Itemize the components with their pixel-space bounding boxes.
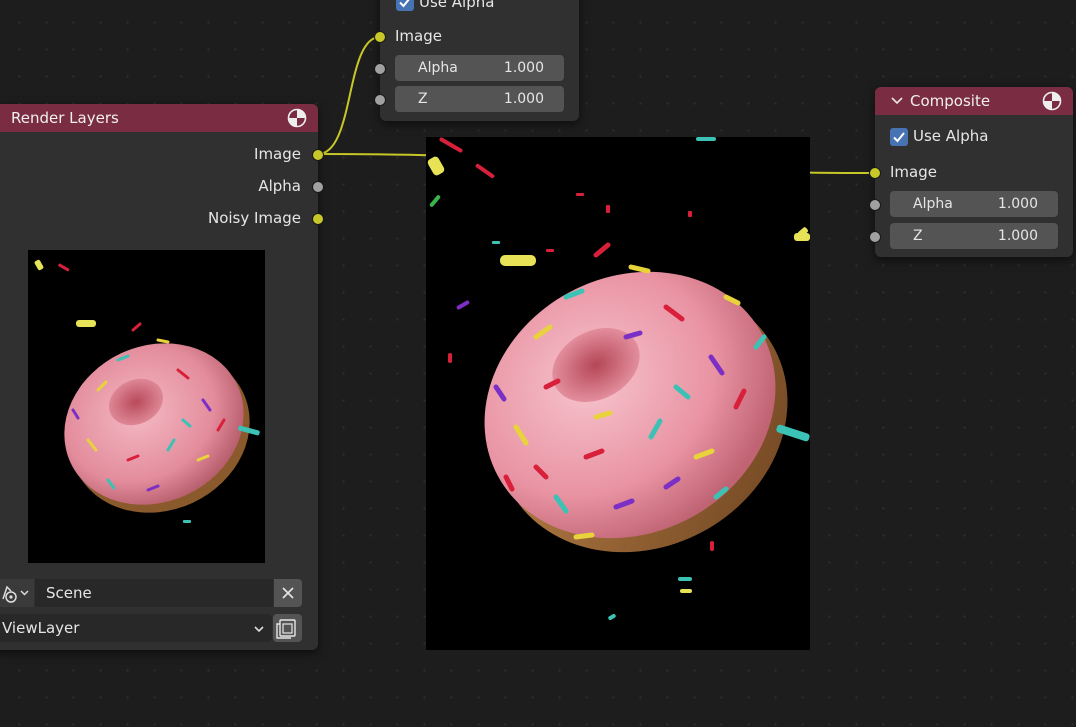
render-layers-node[interactable]: Render Layers Image Alpha Noisy Image Sc… xyxy=(0,104,318,650)
z-field-label: Z xyxy=(418,91,428,107)
chevron-down-icon[interactable] xyxy=(890,94,904,108)
output-image-label: Image xyxy=(254,145,301,163)
composite-image-label: Image xyxy=(890,163,937,181)
use-alpha-checkbox[interactable] xyxy=(396,0,414,11)
scene-data-icon xyxy=(2,585,29,603)
composite-z-field-label: Z xyxy=(913,228,923,244)
render-alpha-output-socket[interactable] xyxy=(312,181,324,193)
input-image-label: Image xyxy=(395,27,442,45)
z-field[interactable]: Z 1.000 xyxy=(395,86,564,112)
use-alpha-label: Use Alpha xyxy=(419,0,495,11)
top-alpha-input-socket[interactable] xyxy=(374,63,386,75)
composite-z-field[interactable]: Z 1.000 xyxy=(890,223,1058,249)
scene-clear-button[interactable] xyxy=(274,579,302,607)
composite-alpha-field[interactable]: Alpha 1.000 xyxy=(890,191,1058,217)
view-layer-text: ViewLayer xyxy=(2,619,80,637)
top-image-input-socket[interactable] xyxy=(374,31,386,43)
chevron-down-icon xyxy=(20,590,29,596)
scene-name-text: Scene xyxy=(46,584,92,602)
top-z-input-socket[interactable] xyxy=(374,94,386,106)
render-result-icon[interactable] xyxy=(1042,91,1062,111)
composite-z-field-value: 1.000 xyxy=(997,228,1038,244)
composite-use-alpha-label: Use Alpha xyxy=(913,127,989,145)
composite-use-alpha-checkbox[interactable] xyxy=(890,128,908,146)
view-layer-render-button[interactable] xyxy=(273,614,302,642)
composite-alpha-field-value: 1.000 xyxy=(997,196,1038,212)
close-icon xyxy=(282,587,294,599)
composite-z-input-socket[interactable] xyxy=(869,231,881,243)
alpha-field-label: Alpha xyxy=(418,60,458,76)
alpha-field[interactable]: Alpha 1.000 xyxy=(395,55,564,81)
render-result-icon[interactable] xyxy=(287,108,307,128)
chevron-down-icon xyxy=(254,626,264,633)
render-noisy-image-output-socket[interactable] xyxy=(312,213,324,225)
scene-selector[interactable]: Scene xyxy=(0,579,302,607)
link-render-to-top-image[interactable] xyxy=(317,36,381,155)
z-field-value: 1.000 xyxy=(503,91,544,107)
render-layers-header[interactable]: Render Layers xyxy=(0,104,318,132)
composite-image-input-socket[interactable] xyxy=(869,167,881,179)
composite-node[interactable]: Composite Use Alpha Image Alpha 1.000 Z … xyxy=(875,87,1073,257)
scene-name-field[interactable]: Scene xyxy=(35,579,273,607)
output-alpha-label: Alpha xyxy=(258,177,301,195)
render-preview-thumbnail xyxy=(28,250,265,563)
render-layers-icon xyxy=(276,619,296,639)
view-layer-dropdown[interactable]: ViewLayer xyxy=(0,614,272,642)
composite-header[interactable]: Composite xyxy=(875,87,1073,115)
output-noisy-image-label: Noisy Image xyxy=(207,209,301,227)
composite-alpha-field-label: Alpha xyxy=(913,196,953,212)
top-output-node[interactable]: Use Alpha Image Alpha 1.000 Z 1.000 xyxy=(380,0,579,121)
render-layers-title: Render Layers xyxy=(11,109,119,127)
composite-alpha-input-socket[interactable] xyxy=(869,199,881,211)
render-image-output-socket[interactable] xyxy=(312,149,324,161)
alpha-field-value: 1.000 xyxy=(503,60,544,76)
scene-type-dropdown[interactable] xyxy=(0,579,34,607)
composite-title: Composite xyxy=(910,92,991,110)
backdrop-image xyxy=(426,137,810,650)
